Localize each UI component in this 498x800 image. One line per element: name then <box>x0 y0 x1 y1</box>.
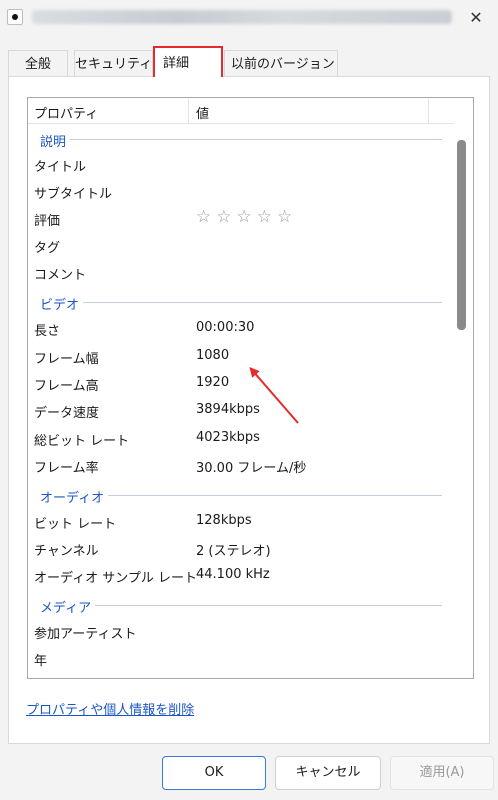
window-title-redacted <box>32 10 452 24</box>
media-file-icon <box>7 9 23 25</box>
property-row-comments[interactable]: コメント <box>28 258 454 285</box>
property-value: 128kbps <box>196 513 252 528</box>
property-value: 1080 <box>196 348 230 363</box>
property-name: 参加アーティスト <box>34 627 137 642</box>
property-row-tags[interactable]: タグ <box>28 231 454 258</box>
property-row-length[interactable]: 長さ 00:00:30 <box>28 314 454 341</box>
property-name: フレーム幅 <box>34 352 99 367</box>
property-row-data-rate[interactable]: データ速度 3894kbps <box>28 396 454 423</box>
group-label: ビデオ <box>40 294 84 313</box>
property-name: オーディオ サンプル レート <box>34 571 197 586</box>
property-row-total-bitrate[interactable]: 総ビット レート 4023kbps <box>28 424 454 451</box>
property-name: チャンネル <box>34 544 99 559</box>
property-name: コメント <box>34 268 87 283</box>
property-name: 総ビット レート <box>34 434 130 449</box>
property-name: 年 <box>34 654 48 669</box>
tab-details[interactable]: 詳細 <box>153 46 223 77</box>
group-divider <box>40 302 442 303</box>
column-divider[interactable] <box>188 98 189 124</box>
property-row-rating[interactable]: 評価 ☆☆☆☆☆ <box>28 204 454 231</box>
group-label: メディア <box>40 597 96 616</box>
property-name: フレーム率 <box>34 461 99 476</box>
property-row-audio-bitrate[interactable]: ビット レート 128kbps <box>28 507 454 534</box>
property-name: 長さ <box>34 324 61 339</box>
property-value: 00:00:30 <box>196 320 255 335</box>
property-name: サブタイトル <box>34 187 113 202</box>
property-row-title[interactable]: タイトル <box>28 150 454 177</box>
close-button[interactable]: ✕ <box>464 6 488 30</box>
property-row-frame-width[interactable]: フレーム幅 1080 <box>28 342 454 369</box>
column-divider[interactable] <box>428 98 429 124</box>
property-name: タイトル <box>34 160 87 175</box>
apply-button[interactable]: 適用(A) <box>390 756 494 790</box>
property-value: 44.100 kHz <box>196 567 270 582</box>
details-panel: プロパティ 値 説明 タイトル サブタイトル 評価 ☆☆☆☆☆ タグ コメント <box>8 76 490 744</box>
group-label: オーディオ <box>40 487 109 506</box>
column-header-property[interactable]: プロパティ <box>34 103 98 122</box>
ok-button[interactable]: OK <box>162 756 266 790</box>
property-name: 評価 <box>34 214 61 229</box>
remove-properties-link[interactable]: プロパティや個人情報を削除 <box>26 699 194 718</box>
property-name: タグ <box>34 241 61 256</box>
property-row-year[interactable]: 年 <box>28 644 454 671</box>
property-value: 2 (ステレオ) <box>196 544 271 559</box>
column-header-value[interactable]: 値 <box>196 103 209 122</box>
group-video: ビデオ <box>28 291 454 313</box>
column-header: プロパティ 値 <box>28 98 454 124</box>
cancel-button[interactable]: キャンセル <box>275 756 381 790</box>
property-value: 1920 <box>196 375 230 390</box>
group-audio: オーディオ <box>28 484 454 506</box>
close-icon: ✕ <box>469 8 483 27</box>
tab-security[interactable]: セキュリティ <box>74 50 153 77</box>
property-row-sample-rate[interactable]: オーディオ サンプル レート 44.100 kHz <box>28 561 454 588</box>
group-divider <box>40 139 442 140</box>
group-description: 説明 <box>28 128 454 150</box>
group-label: 説明 <box>40 131 71 150</box>
property-row-subtitle[interactable]: サブタイトル <box>28 177 454 204</box>
dialog-footer: OK キャンセル 適用(A) <box>0 744 498 800</box>
title-bar: ✕ <box>0 0 498 36</box>
property-value: 30.00 フレーム/秒 <box>196 461 307 476</box>
star-outline-icon[interactable]: ☆☆☆☆☆ <box>196 207 297 227</box>
property-name: ビット レート <box>34 517 117 532</box>
property-row-frame-rate[interactable]: フレーム率 30.00 フレーム/秒 <box>28 451 454 478</box>
group-divider <box>40 605 442 606</box>
property-row-channels[interactable]: チャンネル 2 (ステレオ) <box>28 534 454 561</box>
group-media: メディア <box>28 594 454 616</box>
property-value: 3894kbps <box>196 402 260 417</box>
property-row-contributing-artists[interactable]: 参加アーティスト <box>28 617 454 644</box>
tab-general[interactable]: 全般 <box>8 50 68 77</box>
property-name: フレーム高 <box>34 379 99 394</box>
tab-previous-versions[interactable]: 以前のバージョン <box>224 50 338 77</box>
property-list[interactable]: プロパティ 値 説明 タイトル サブタイトル 評価 ☆☆☆☆☆ タグ コメント <box>27 97 474 679</box>
vertical-scrollbar[interactable] <box>457 140 466 330</box>
property-row-frame-height[interactable]: フレーム高 1920 <box>28 369 454 396</box>
property-value: 4023kbps <box>196 430 260 445</box>
property-name: データ速度 <box>34 406 100 421</box>
